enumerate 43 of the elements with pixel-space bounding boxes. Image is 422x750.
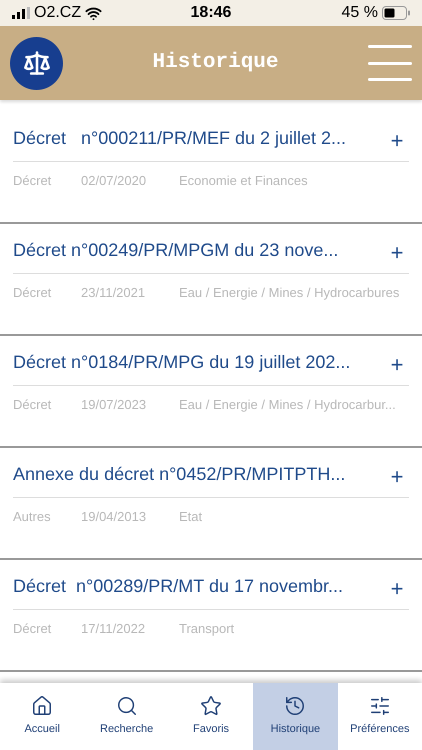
sliders-icon [368, 695, 391, 718]
history-icon [284, 695, 306, 718]
tab-item[interactable]: Recherche [84, 683, 169, 750]
document-date: 23/11/2021 [81, 284, 146, 302]
document-domain: Transport [179, 620, 234, 638]
document-date: 19/07/2023 [81, 396, 148, 414]
document-date: 02/07/2020 [81, 172, 148, 190]
expand-button[interactable]: + [387, 242, 407, 264]
document-date: 17/11/2022 [81, 620, 146, 638]
search-icon [116, 695, 138, 718]
expand-button[interactable]: + [387, 466, 407, 488]
logo-icon[interactable] [10, 36, 63, 90]
tab-item[interactable]: Accueil [0, 683, 84, 750]
document-title[interactable]: Décret n°00249/PR/MPGM du 23 nove... [13, 237, 387, 264]
document-title[interactable]: Décret n°000211/PR/MEF du 2 juillet 2... [13, 125, 387, 152]
document-title[interactable]: Décret n°0184/PR/MPG du 19 juillet 202... [13, 349, 387, 376]
document-title[interactable]: Décret n°00289/PR/MT du 17 novembr... [13, 573, 387, 600]
signal-icon [12, 7, 30, 19]
document-date: 19/04/2013 [81, 508, 148, 526]
document-domain: Etat [179, 508, 202, 526]
wifi-icon [85, 4, 102, 22]
battery-icon [382, 6, 410, 20]
document-type: Décret [13, 172, 52, 190]
document-title[interactable]: Annexe du décret n°0452/PR/MPITPTH... [13, 461, 387, 488]
star-icon [200, 695, 222, 718]
tab-item[interactable]: Favoris [168, 683, 254, 750]
page-title: Historique [152, 50, 279, 76]
carrier-name: O2.CZ [34, 3, 82, 23]
document-domain: Eau / Energie / Mines / Hydrocarbures [179, 284, 400, 302]
expand-button[interactable]: + [387, 354, 407, 376]
tab-item[interactable]: Historique [253, 683, 338, 750]
document-type: Décret [13, 396, 52, 414]
tab-item[interactable]: Préférences [338, 683, 422, 750]
clock: 18:46 [190, 3, 232, 23]
document-domain: Economie et Finances [179, 172, 308, 190]
document-type: Décret [13, 620, 52, 638]
battery-percentage: 45 % [342, 3, 378, 23]
document-type: Décret [13, 284, 52, 302]
expand-button[interactable]: + [387, 130, 407, 152]
document-type: Autres [13, 508, 52, 526]
home-icon [31, 695, 54, 718]
document-domain: Eau / Energie / Mines / Hydrocarbur... [179, 396, 396, 414]
expand-button[interactable]: + [387, 578, 407, 600]
